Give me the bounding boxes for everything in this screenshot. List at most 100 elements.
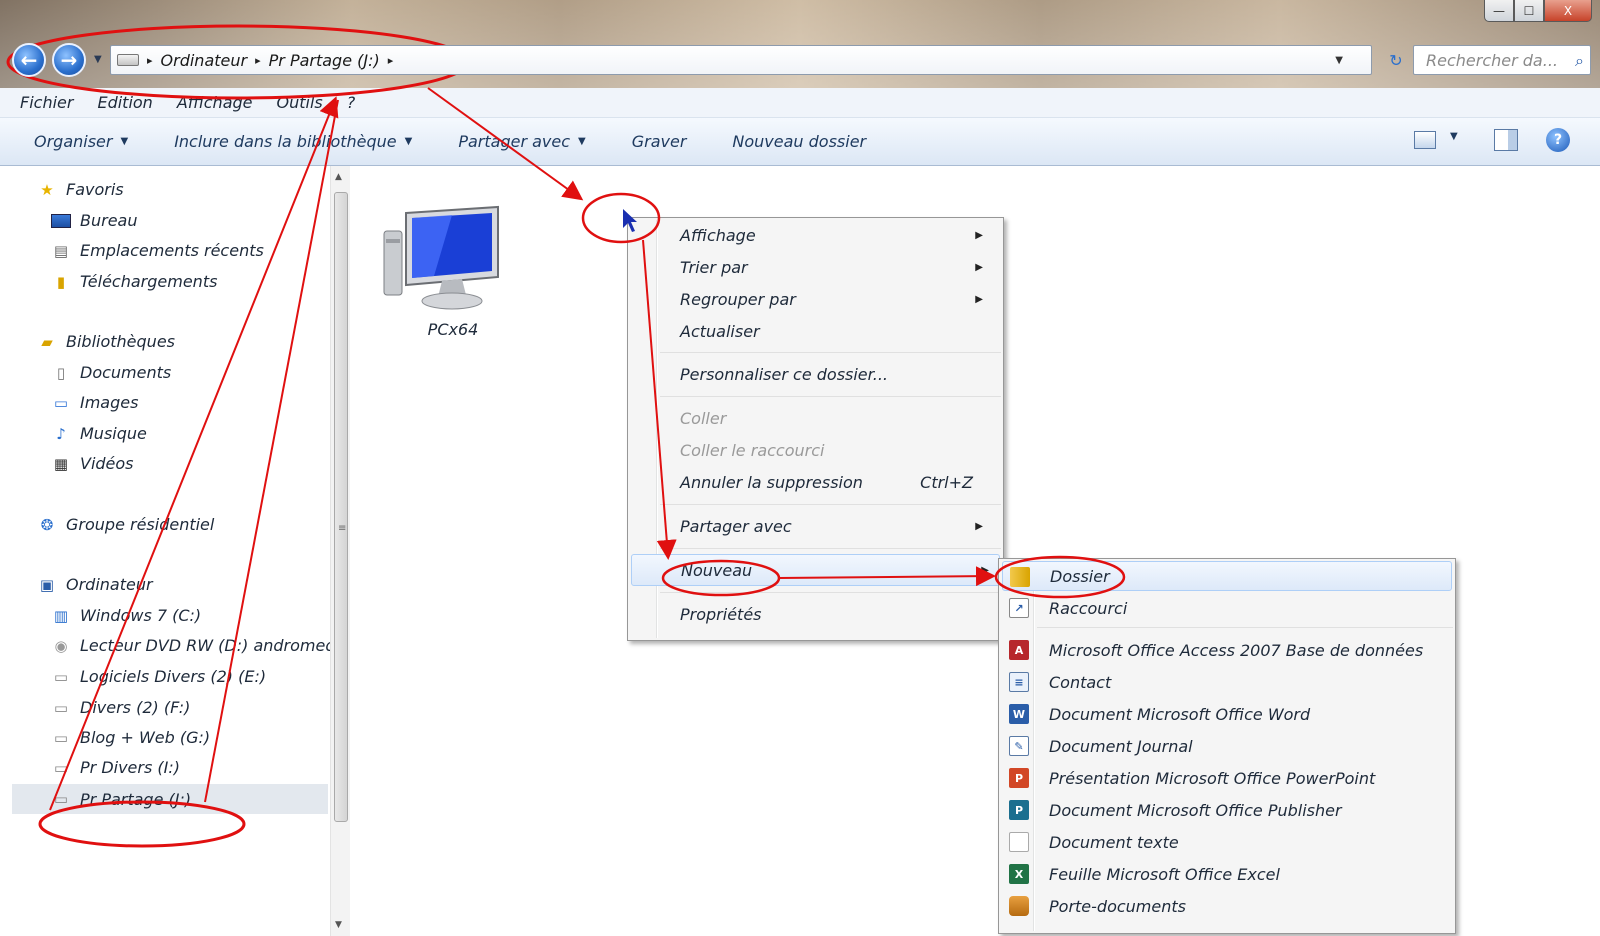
search-icon[interactable]: ⌕ [1575, 51, 1584, 71]
search-input[interactable]: Rechercher da... ⌕ [1413, 45, 1591, 75]
breadcrumb-separator[interactable]: ▸ [147, 54, 153, 67]
word-icon: W [1009, 704, 1029, 724]
address-bar[interactable]: ▸ Ordinateur ▸ Pr Partage (J:) ▸ ▼ [110, 45, 1372, 75]
maximize-button[interactable]: ☐ [1514, 0, 1544, 22]
sidebar-item-recents[interactable]: ▤ Emplacements récents [50, 241, 264, 260]
menu-item-personnaliser[interactable]: Personnaliser ce dossier... [680, 360, 993, 388]
sidebar-item-drive-i[interactable]: ▭ Pr Divers (I:) [50, 758, 180, 777]
menu-bar: Fichier Edition Affichage Outils ? [0, 88, 1600, 118]
sidebar-item-groupe[interactable]: ❂ Groupe résidentiel [36, 515, 215, 534]
desktop-icon [50, 212, 72, 230]
menu-item-affichage[interactable]: Affichage ▶ [680, 221, 993, 249]
dvd-drive-icon: ◉ [54, 636, 68, 655]
computer-icon[interactable] [382, 203, 510, 315]
preview-pane-icon[interactable] [1494, 129, 1518, 151]
recent-pages-dropdown[interactable]: ▼ [94, 54, 102, 65]
breadcrumb-ordinateur[interactable]: Ordinateur [161, 51, 248, 70]
drive-icon [117, 54, 139, 66]
submenu-item-powerpoint[interactable]: P Présentation Microsoft Office PowerPoin… [1002, 763, 1452, 793]
scrollbar-thumb[interactable]: ≡ [334, 192, 348, 822]
menu-edition[interactable]: Edition [97, 93, 152, 112]
contact-icon: ≡ [1009, 672, 1029, 692]
menu-outils[interactable]: Outils [277, 93, 323, 112]
submenu-item-raccourci[interactable]: ↗ Raccourci [1002, 593, 1452, 623]
back-button[interactable]: ← [12, 43, 46, 77]
menu-item-nouveau[interactable]: Nouveau ▶ [631, 554, 1000, 586]
partager-avec-button[interactable]: Partager avec ▼ [458, 132, 585, 151]
sidebar-item-documents[interactable]: ▯ Documents [50, 363, 171, 382]
menu-item-coller[interactable]: Coller [680, 404, 993, 432]
command-bar: Organiser ▼ Inclure dans la bibliothèque ▼… [0, 118, 1600, 166]
sidebar-item-drive-j[interactable]: ▭ Pr Partage (J:) [12, 784, 328, 814]
organiser-button[interactable]: Organiser ▼ [34, 132, 128, 151]
help-icon[interactable]: ? [1546, 128, 1570, 152]
graver-button[interactable]: Graver [632, 132, 687, 151]
sidebar-item-videos[interactable]: ▦ Vidéos [50, 454, 134, 473]
system-drive-icon: ▥ [53, 606, 69, 625]
breadcrumb-partage[interactable]: Pr Partage (J:) [269, 51, 380, 70]
menu-item-regrouper[interactable]: Regrouper par ▶ [680, 285, 993, 313]
text-document-icon [1009, 832, 1029, 852]
menu-affichage[interactable]: Affichage [177, 93, 253, 112]
menu-fichier[interactable]: Fichier [20, 93, 73, 112]
submenu-arrow-icon: ▶ [975, 229, 983, 241]
excel-icon: X [1009, 864, 1029, 884]
sidebar-item-telechargements[interactable]: ▮ Téléchargements [50, 272, 218, 291]
sidebar-item-drive-f[interactable]: ▭ Divers (2) (F:) [50, 698, 190, 717]
submenu-item-contact[interactable]: ≡ Contact [1002, 667, 1452, 697]
context-menu: Affichage ▶ Trier par ▶ Regrouper par ▶ Act… [627, 217, 1004, 641]
computer-label[interactable]: PCx64 [408, 320, 498, 339]
breadcrumb-separator[interactable]: ▸ [388, 54, 394, 67]
change-view-icon[interactable] [1414, 131, 1436, 149]
sidebar-item-drive-e[interactable]: ▭ Logiciels Divers (2) (E:) [50, 667, 266, 686]
sidebar-item-favoris[interactable]: ★ Favoris [36, 180, 123, 199]
grip-icon: ≡ [338, 523, 347, 534]
menu-item-partager[interactable]: Partager avec ▶ [680, 512, 993, 540]
inclure-bibliotheque-button[interactable]: Inclure dans la bibliothèque ▼ [174, 132, 412, 151]
minimize-button[interactable]: — [1484, 0, 1514, 22]
sidebar-item-musique[interactable]: ♪ Musique [50, 424, 147, 443]
submenu-item-publisher[interactable]: P Document Microsoft Office Publisher [1002, 795, 1452, 825]
pictures-icon: ▭ [53, 393, 69, 412]
sidebar-item-drive-d[interactable]: ◉ Lecteur DVD RW (D:) andromed [50, 636, 335, 655]
submenu-item-texte[interactable]: Document texte [1002, 827, 1452, 857]
menu-separator [660, 592, 1001, 593]
menu-help[interactable]: ? [347, 93, 356, 112]
submenu-item-excel[interactable]: X Feuille Microsoft Office Excel [1002, 859, 1452, 889]
sidebar-item-bureau[interactable]: Bureau [50, 211, 137, 230]
menu-item-coller-raccourci[interactable]: Coller le raccourci [680, 436, 993, 464]
submenu-item-dossier[interactable]: Dossier [1002, 561, 1452, 591]
navigation-pane-scrollbar[interactable]: ▲ ≡ ▼ [330, 166, 350, 936]
menu-item-proprietes[interactable]: Propriétés [680, 600, 993, 628]
view-options-dropdown[interactable]: ▼ [1450, 131, 1458, 142]
menu-separator [660, 504, 1001, 505]
downloads-folder-icon: ▮ [56, 272, 66, 291]
menu-item-trier[interactable]: Trier par ▶ [680, 253, 993, 281]
menu-separator [1037, 627, 1453, 628]
refresh-button[interactable]: ↻ [1384, 45, 1408, 75]
breadcrumb-separator[interactable]: ▸ [255, 54, 261, 67]
menu-item-actualiser[interactable]: Actualiser [680, 317, 993, 345]
menu-separator [660, 396, 1001, 397]
scroll-down-icon[interactable]: ▼ [335, 920, 342, 930]
submenu-item-access[interactable]: A Microsoft Office Access 2007 Base de do… [1002, 635, 1452, 665]
submenu-item-journal[interactable]: ✎ Document Journal [1002, 731, 1452, 761]
chevron-down-icon: ▼ [404, 136, 413, 147]
chevron-down-icon: ▼ [120, 136, 129, 147]
journal-icon: ✎ [1009, 736, 1029, 756]
sidebar-item-images[interactable]: ▭ Images [50, 393, 139, 412]
sidebar-item-drive-c[interactable]: ▥ Windows 7 (C:) [50, 606, 201, 625]
forward-button[interactable]: → [52, 43, 86, 77]
menu-item-annuler-suppression[interactable]: Annuler la suppression Ctrl+Z [680, 468, 993, 496]
submenu-item-word[interactable]: W Document Microsoft Office Word [1002, 699, 1452, 729]
nouveau-dossier-button[interactable]: Nouveau dossier [732, 132, 866, 151]
sidebar-item-drive-g[interactable]: ▭ Blog + Web (G:) [50, 728, 210, 747]
scroll-up-icon[interactable]: ▲ [335, 172, 342, 182]
sidebar-item-ordinateur[interactable]: ▣ Ordinateur [36, 575, 153, 594]
folder-icon [1010, 567, 1030, 587]
address-history-dropdown[interactable]: ▼ [1335, 55, 1343, 66]
sidebar-item-bibliotheques[interactable]: ▰ Bibliothèques [36, 332, 175, 351]
submenu-item-porte-documents[interactable]: Porte-documents [1002, 891, 1452, 921]
chevron-down-icon: ▼ [578, 136, 586, 147]
close-button[interactable]: X [1544, 0, 1592, 22]
